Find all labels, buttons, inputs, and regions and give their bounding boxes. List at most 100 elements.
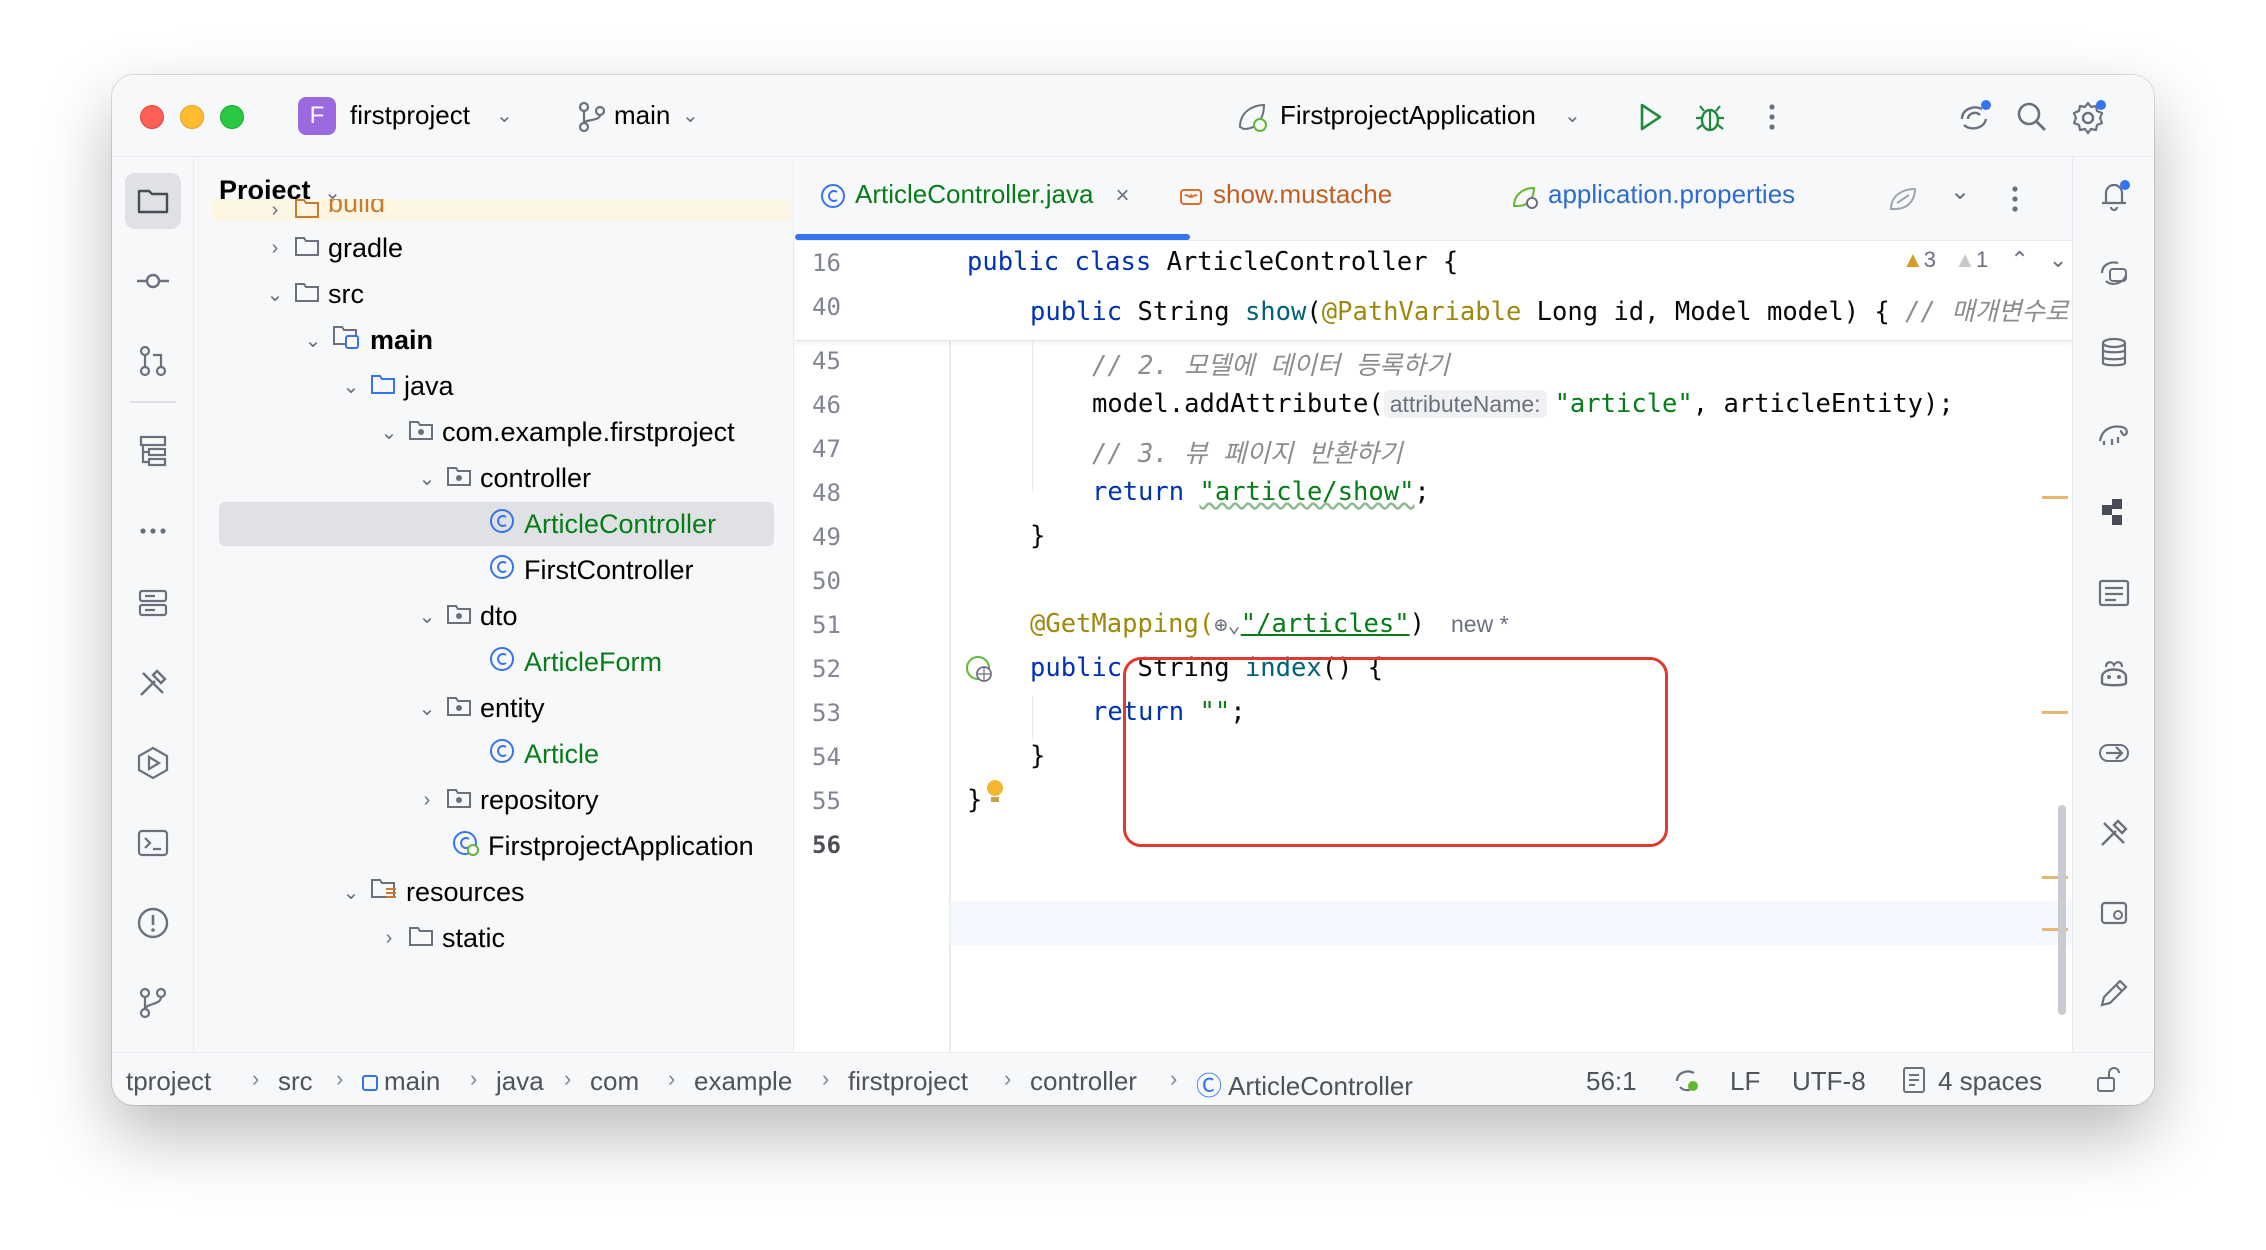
chevron-down-icon[interactable]: ⌄ [2049,247,2067,272]
breadcrumb-item[interactable]: main [362,1066,440,1097]
build-tool-button[interactable] [125,655,181,711]
tab-article-controller[interactable]: ArticleController.java × [819,179,1129,210]
chevron-down-icon[interactable]: ⌄ [414,466,440,491]
tree-item-first-controller[interactable]: FirstController [488,548,694,592]
spring-model-icon[interactable] [1883,179,1923,219]
tree-item-main[interactable]: ⌄ main [300,318,433,362]
notifications-button[interactable] [2094,175,2134,215]
tree-item-src[interactable]: ⌄ src [262,272,364,316]
tab-application-properties[interactable]: application.properties [1510,179,1795,210]
chevron-right-icon[interactable]: › [376,927,402,950]
chevron-down-icon[interactable]: ⌄ [414,604,440,629]
vertical-scrollbar-thumb[interactable] [2058,805,2066,1015]
minimize-window-button[interactable] [180,105,204,129]
breadcrumb-item[interactable]: tproject [126,1066,211,1097]
chevron-right-icon[interactable]: › [414,789,440,812]
code-token[interactable]: "/articles" [1241,609,1410,639]
tree-item-repository[interactable]: › repository [414,778,599,822]
tree-item-gradle[interactable]: › gradle [262,226,403,270]
chevron-down-icon[interactable]: ⌄ [1950,177,1970,206]
services-tool-button[interactable] [125,575,181,631]
chevron-right-icon[interactable]: › [262,199,288,221]
spring-button[interactable] [2094,893,2134,933]
breadcrumb-item[interactable]: java [496,1066,544,1097]
zoom-window-button[interactable] [220,105,244,129]
project-badge[interactable]: F [298,97,336,135]
chevron-down-icon[interactable]: ⌄ [496,103,513,128]
chevron-down-icon[interactable]: ⌄ [338,880,364,905]
database-button[interactable] [2094,333,2134,373]
chevron-down-icon[interactable]: ⌄ [1564,103,1581,128]
caret-position[interactable]: 56:1 [1586,1066,1637,1097]
http-client-button[interactable] [2094,733,2134,773]
breadcrumb-item[interactable]: src [278,1066,313,1097]
chevron-down-icon[interactable]: ⌄ [376,420,402,445]
warning-stripe-marker[interactable] [2042,711,2068,714]
project-tool-button[interactable] [125,173,181,229]
breadcrumb-item[interactable]: controller [1030,1066,1137,1097]
tree-item-controller[interactable]: ⌄ controller [414,456,591,500]
tree-item-dto[interactable]: ⌄ dto [414,594,518,638]
tree-item-firstproject-application[interactable]: FirstprojectApplication [452,824,754,868]
gradle-button[interactable] [2094,413,2134,453]
breadcrumb-item[interactable]: firstproject [848,1066,968,1097]
copilot-button[interactable] [2094,653,2134,693]
tree-item-article-controller[interactable]: ArticleController [219,502,774,546]
terminal-tool-button[interactable] [125,815,181,871]
tree-item-entity[interactable]: ⌄ entity [414,686,545,730]
ai-assistant-icon[interactable] [1954,97,1994,137]
chevron-up-icon[interactable]: ⌃ [2010,247,2028,272]
chevron-down-icon[interactable]: ⌄ [300,328,326,353]
run-icon[interactable] [1630,97,1670,137]
project-name[interactable]: firstproject [350,100,470,131]
tree-item-build[interactable]: › build [212,199,792,221]
commit-tool-button[interactable] [125,253,181,309]
structure-tool-button[interactable] [125,423,181,479]
ai-chat-button[interactable] [2094,253,2134,293]
inspection-widget[interactable]: ▲3 ▲1 ⌃ ⌄ [1902,247,2067,273]
close-tab-icon[interactable]: × [1115,182,1129,209]
tree-item-resources[interactable]: ⌄ resources [338,870,525,914]
structure-view-button[interactable] [2094,573,2134,613]
line-separator[interactable]: LF [1730,1066,1760,1097]
more-vertical-icon[interactable] [1995,179,2035,219]
breadcrumb-item[interactable]: example [694,1066,792,1097]
problems-tool-button[interactable] [125,895,181,951]
run-tool-button[interactable] [125,735,181,791]
endpoints-button[interactable] [2094,493,2134,533]
lightbulb-icon[interactable] [984,778,1006,808]
more-vertical-icon[interactable] [1752,97,1792,137]
run-config-name[interactable]: FirstprojectApplication [1280,100,1536,131]
tree-item-article[interactable]: Article [488,732,599,776]
search-icon[interactable] [2012,97,2052,137]
tab-show-mustache[interactable]: show.mustache [1177,179,1392,210]
globe-icon[interactable]: ⊕⌄ [1214,613,1241,638]
more-tools-button[interactable] [125,503,181,559]
unlock-icon[interactable] [2092,1065,2122,1095]
settings-gear-icon[interactable] [2068,97,2108,137]
file-encoding[interactable]: UTF-8 [1792,1066,1866,1097]
build-tools-button[interactable] [2094,813,2134,853]
close-window-button[interactable] [140,105,164,129]
debug-icon[interactable] [1690,97,1730,137]
endpoint-gutter-icon[interactable] [964,654,996,686]
chevron-down-icon[interactable]: ⌄ [682,103,699,128]
pull-requests-tool-button[interactable] [125,333,181,389]
edit-button[interactable] [2094,973,2134,1013]
chevron-down-icon[interactable]: ⌄ [414,696,440,721]
branch-name[interactable]: main [614,100,670,131]
code-vision-author-hint[interactable]: new * [1451,611,1509,637]
tree-item-java[interactable]: ⌄ java [338,364,454,408]
git-tool-button[interactable] [125,975,181,1031]
breadcrumb-item[interactable]: com [590,1066,639,1097]
chevron-down-icon[interactable]: ⌄ [338,374,364,399]
tree-item-article-form[interactable]: ArticleForm [488,640,662,684]
chevron-right-icon[interactable]: › [262,237,288,260]
warning-stripe-marker[interactable] [2042,496,2068,499]
indent-setting[interactable]: 4 spaces [1938,1066,2042,1097]
breadcrumb-item[interactable]: Ⓒ ArticleController [1196,1066,1413,1103]
tree-item-static[interactable]: › static [376,916,505,960]
chevron-down-icon[interactable]: ⌄ [262,282,288,307]
ai-code-completion-icon[interactable] [1672,1065,1702,1095]
tree-item-package[interactable]: ⌄ com.example.firstproject [376,410,735,454]
